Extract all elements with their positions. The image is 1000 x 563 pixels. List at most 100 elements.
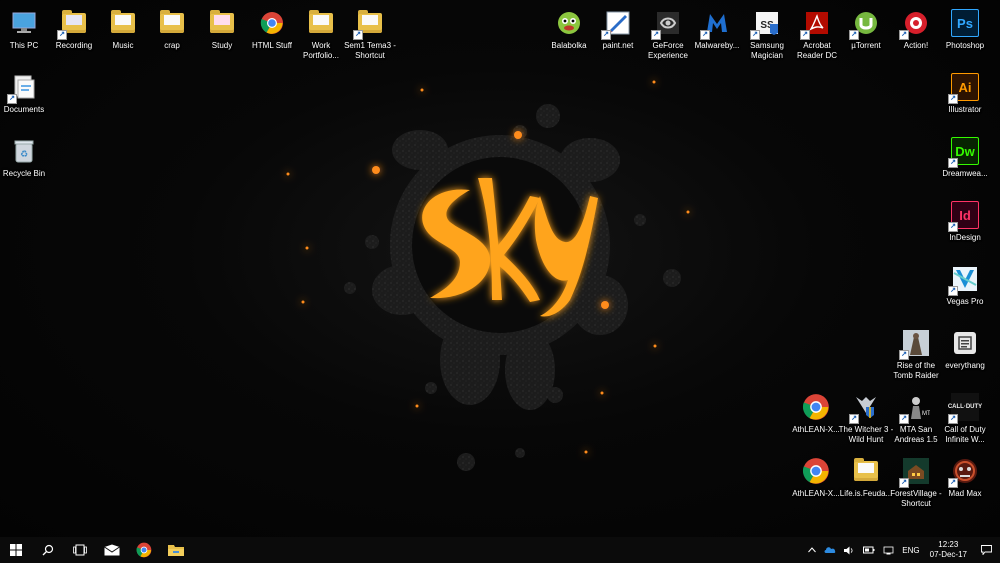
task-view-icon bbox=[73, 544, 87, 556]
desktop-icon-athleanx-1[interactable]: AthLEAN-X... bbox=[792, 388, 840, 450]
shortcut-arrow-icon: ↗ bbox=[948, 158, 958, 168]
shortcut-arrow-icon: ↗ bbox=[800, 30, 810, 40]
clock[interactable]: 12:23 07-Dec-17 bbox=[924, 540, 973, 560]
shortcut-arrow-icon: ↗ bbox=[849, 414, 859, 424]
call-of-duty-icon: CALL·DUTY ↗ bbox=[948, 392, 982, 424]
folder-icon bbox=[108, 8, 138, 38]
chevron-up-icon bbox=[808, 547, 817, 553]
language-indicator[interactable]: ENG bbox=[898, 546, 923, 555]
network-icon bbox=[883, 546, 894, 554]
desktop-icon-samsung-magician[interactable]: SS ↗ Samsung Magician bbox=[743, 4, 791, 66]
windows-icon bbox=[10, 544, 22, 556]
forest-village-icon: ↗ bbox=[899, 456, 931, 488]
action-center-button[interactable] bbox=[973, 545, 1000, 555]
mail-icon bbox=[104, 544, 120, 556]
desktop[interactable]: This PC ↗ Recording Music crap Study HTM… bbox=[0, 0, 1000, 537]
folder-icon bbox=[851, 456, 881, 486]
folder-icon bbox=[306, 8, 336, 38]
chrome-icon bbox=[801, 392, 831, 422]
network-button[interactable] bbox=[879, 546, 898, 555]
dreamweaver-icon: Dw ↗ bbox=[948, 136, 980, 168]
desktop-icon-this-pc[interactable]: This PC bbox=[0, 4, 48, 66]
notification-icon bbox=[981, 545, 992, 555]
folder-icon bbox=[207, 8, 237, 38]
shortcut-arrow-icon: ↗ bbox=[948, 478, 958, 488]
mail-button[interactable] bbox=[96, 537, 128, 563]
desktop-icon-sem1-tema3[interactable]: ↗ Sem1 Tema3 - Shortcut bbox=[344, 4, 396, 66]
start-button[interactable] bbox=[0, 537, 32, 563]
desktop-icon-everythang[interactable]: everythang bbox=[941, 324, 989, 386]
show-hidden-icons-button[interactable] bbox=[804, 547, 820, 553]
desktop-icon-work-portfolio[interactable]: Work Portfolio... bbox=[297, 4, 345, 66]
task-view-button[interactable] bbox=[64, 537, 96, 563]
shortcut-arrow-icon: ↗ bbox=[899, 350, 909, 360]
battery-icon bbox=[863, 546, 875, 554]
desktop-icon-malwarebytes[interactable]: ↗ Malwareby... bbox=[693, 4, 741, 66]
desktop-icon-html-stuff[interactable]: HTML Stuff bbox=[248, 4, 296, 66]
vegas-pro-icon: ↗ bbox=[948, 264, 980, 296]
svg-text:MTA: MTA bbox=[922, 411, 930, 417]
system-tray: ENG 12:23 07-Dec-17 bbox=[804, 537, 1000, 563]
desktop-icon-crap[interactable]: crap bbox=[148, 4, 196, 66]
volume-icon bbox=[844, 546, 853, 554]
shortcut-arrow-icon: ↗ bbox=[353, 30, 363, 40]
desktop-icon-study[interactable]: Study bbox=[198, 4, 246, 66]
desktop-icon-acrobat[interactable]: ↗ Acrobat Reader DC bbox=[793, 4, 841, 66]
battery-button[interactable] bbox=[859, 546, 879, 554]
desktop-icon-action[interactable]: ↗ Action! bbox=[892, 4, 940, 66]
shortcut-arrow-icon: ↗ bbox=[700, 30, 710, 40]
desktop-icon-balabolka[interactable]: Balabolka bbox=[545, 4, 593, 66]
desktop-icon-mad-max[interactable]: ↗ Mad Max bbox=[941, 452, 989, 514]
desktop-icon-paintnet[interactable]: ↗ paint.net bbox=[594, 4, 642, 66]
monitor-icon bbox=[9, 8, 39, 38]
svg-text:♻: ♻ bbox=[20, 150, 28, 160]
folder-icon bbox=[157, 8, 187, 38]
utorrent-icon: ↗ bbox=[849, 8, 881, 40]
desktop-icon-geforce[interactable]: ↗ GeForce Experience bbox=[644, 4, 692, 66]
mad-max-icon: ↗ bbox=[948, 456, 980, 488]
samsung-magician-icon: SS ↗ bbox=[750, 8, 782, 40]
file-explorer-button[interactable] bbox=[160, 537, 192, 563]
shortcut-arrow-icon: ↗ bbox=[849, 30, 859, 40]
desktop-icon-indesign[interactable]: Id ↗ InDesign bbox=[941, 196, 989, 258]
shortcut-arrow-icon: ↗ bbox=[651, 30, 661, 40]
desktop-icon-mta-san-andreas[interactable]: MTA ↗ MTA San Andreas 1.5 bbox=[892, 388, 940, 450]
desktop-icon-music[interactable]: Music bbox=[99, 4, 147, 66]
desktop-icon-illustrator[interactable]: Ai ↗ Illustrator bbox=[941, 68, 989, 130]
shortcut-arrow-icon: ↗ bbox=[899, 414, 909, 424]
desktop-icon-photoshop[interactable]: Ps Photoshop bbox=[941, 4, 989, 66]
desktop-icon-documents[interactable]: ↗ Documents bbox=[0, 68, 48, 130]
desktop-icon-recycle-bin[interactable]: ♻ Recycle Bin bbox=[0, 132, 48, 194]
desktop-icon-athleanx-2[interactable]: AthLEAN-X... bbox=[792, 452, 840, 514]
shortcut-arrow-icon: ↗ bbox=[57, 30, 67, 40]
witcher-icon: ↗ bbox=[849, 392, 881, 424]
shortcut-arrow-icon: ↗ bbox=[948, 286, 958, 296]
desktop-icon-dreamweaver[interactable]: Dw ↗ Dreamwea... bbox=[941, 132, 989, 194]
desktop-icon-tomb-raider[interactable]: ↗ Rise of the Tomb Raider bbox=[892, 324, 940, 386]
desktop-icon-forest-village[interactable]: ↗ ForestVillage - Shortcut bbox=[890, 452, 942, 514]
volume-button[interactable] bbox=[840, 546, 859, 555]
desktop-icon-witcher3[interactable]: ↗ The Witcher 3 - Wild Hunt bbox=[839, 388, 893, 450]
desktop-icon-call-of-duty[interactable]: CALL·DUTY ↗ Call of Duty Infinite W... bbox=[941, 388, 989, 450]
indesign-icon: Id ↗ bbox=[948, 200, 980, 232]
shortcut-arrow-icon: ↗ bbox=[948, 222, 958, 232]
chrome-button[interactable] bbox=[128, 537, 160, 563]
action-icon: ↗ bbox=[899, 8, 931, 40]
acrobat-icon: ↗ bbox=[800, 8, 832, 40]
shortcut-arrow-icon: ↗ bbox=[601, 30, 611, 40]
desktop-icon-life-is-feudal[interactable]: Life.is.Feuda... bbox=[840, 452, 892, 514]
desktop-icon-vegas-pro[interactable]: ↗ Vegas Pro bbox=[941, 260, 989, 322]
illustrator-icon: Ai ↗ bbox=[948, 72, 980, 104]
onedrive-tray-button[interactable] bbox=[820, 546, 840, 554]
mta-icon: MTA ↗ bbox=[899, 392, 931, 424]
photoshop-icon: Ps bbox=[950, 8, 980, 38]
documents-icon: ↗ bbox=[7, 72, 39, 104]
desktop-icon-recording[interactable]: ↗ Recording bbox=[50, 4, 98, 66]
desktop-icon-utorrent[interactable]: ↗ µTorrent bbox=[842, 4, 890, 66]
onedrive-cloud-icon bbox=[824, 547, 836, 553]
taskbar: ENG 12:23 07-Dec-17 bbox=[0, 537, 1000, 563]
paintnet-icon: ↗ bbox=[601, 8, 633, 40]
search-button[interactable] bbox=[32, 537, 64, 563]
shortcut-arrow-icon: ↗ bbox=[7, 94, 17, 104]
tomb-raider-icon: ↗ bbox=[899, 328, 931, 360]
